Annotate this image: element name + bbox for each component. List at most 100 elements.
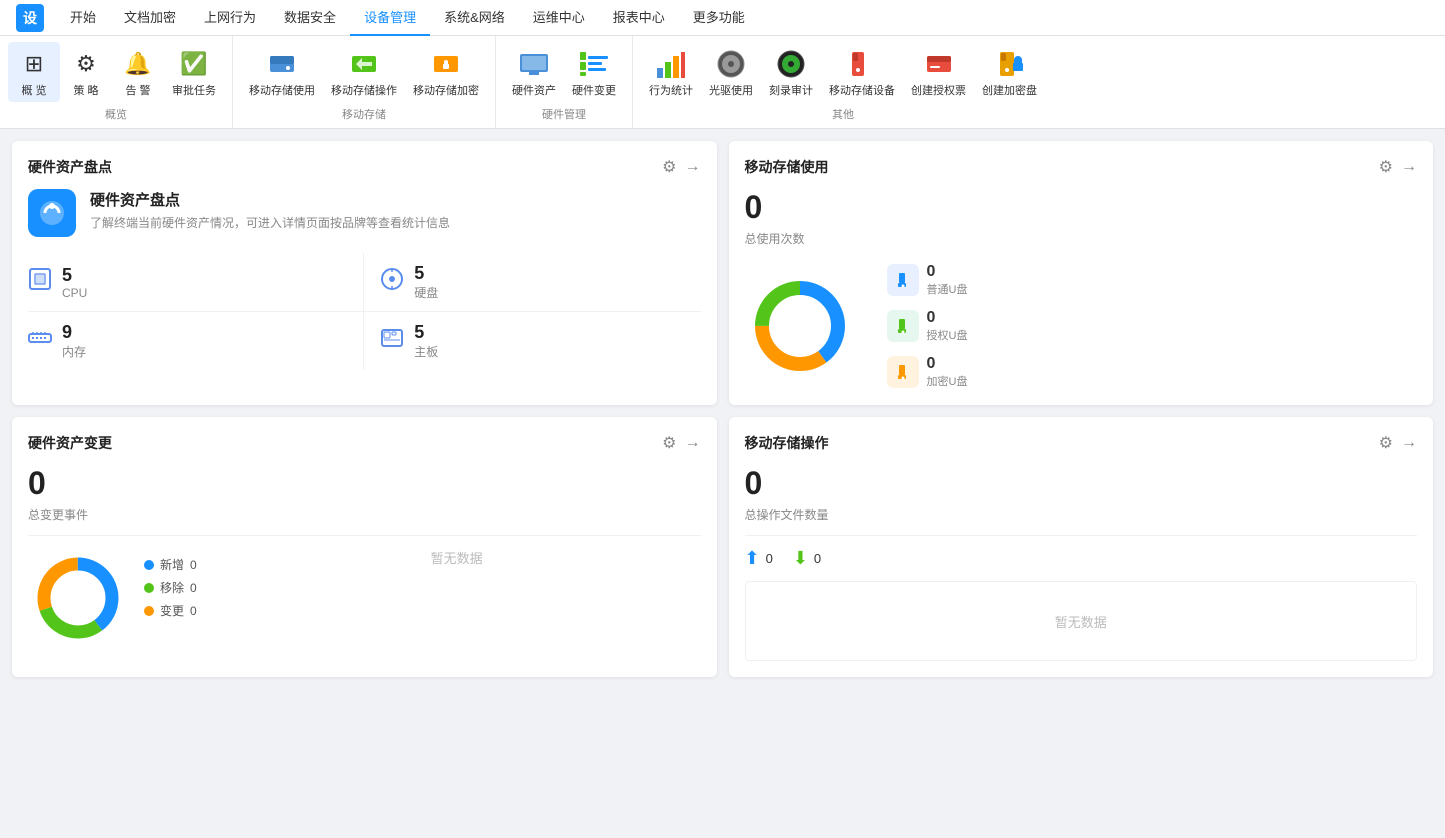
hw-inventory-header: 硬件资产盘点 了解终端当前硬件资产情况，可进入详情页面按品牌等查看统计信息 bbox=[28, 189, 701, 237]
usb-donut-chart bbox=[745, 271, 855, 381]
ribbon-toolbar: ⊞ 概 览 ⚙ 策 略 🔔 告 警 ✅ 审批任务 概览 bbox=[0, 36, 1445, 129]
storage-enc-icon bbox=[428, 46, 464, 82]
settings-icon-storage-ops[interactable]: ⚙ bbox=[1379, 433, 1393, 453]
ribbon-label-auth-ticket: 创建授权票 bbox=[911, 84, 966, 98]
stat-cpu: 5 CPU bbox=[28, 253, 364, 312]
legend-label-remove: 移除 bbox=[160, 579, 184, 596]
usb-auth-count: 0 bbox=[927, 309, 968, 327]
ribbon-label-overview: 概 览 bbox=[21, 84, 46, 98]
menu-item-report[interactable]: 报表中心 bbox=[599, 0, 679, 36]
card-hw-changes: 硬件资产变更 ⚙ → 0 总变更事件 新增 0 bbox=[12, 417, 717, 677]
ribbon-item-burn[interactable]: 刻录审计 bbox=[761, 42, 821, 102]
arrow-right-icon-hw-inventory[interactable]: → bbox=[685, 158, 701, 176]
ribbon-group-overview: ⊞ 概 览 ⚙ 策 略 🔔 告 警 ✅ 审批任务 概览 bbox=[0, 36, 233, 128]
op-upload-item: ⬆ 0 bbox=[745, 548, 773, 569]
settings-icon-usb[interactable]: ⚙ bbox=[1379, 157, 1393, 177]
card-storage-ops: 移动存储操作 ⚙ → 0 总操作文件数量 ⬆ 0 ⬇ 0 暂无数据 bbox=[729, 417, 1434, 677]
ribbon-item-alert[interactable]: 🔔 告 警 bbox=[112, 42, 164, 102]
ribbon-label-cdrom: 光驱使用 bbox=[709, 84, 753, 98]
menu-item-more[interactable]: 更多功能 bbox=[679, 0, 759, 36]
ram-count: 9 bbox=[62, 322, 86, 343]
hw-changes-total-count: 0 bbox=[28, 465, 701, 502]
card-header-usb: 移动存储使用 ⚙ → bbox=[745, 157, 1418, 177]
menu-item-data-security[interactable]: 数据安全 bbox=[270, 0, 350, 36]
cpu-label: CPU bbox=[62, 286, 87, 300]
arrow-right-icon-storage-ops[interactable]: → bbox=[1401, 434, 1417, 452]
ribbon-item-approval[interactable]: ✅ 审批任务 bbox=[164, 42, 224, 102]
usb-enc-label: 加密U盘 bbox=[927, 373, 968, 389]
disk-icon bbox=[380, 267, 404, 297]
ribbon-item-storage-enc[interactable]: 移动存储加密 bbox=[405, 42, 487, 102]
usb-auth-label: 授权U盘 bbox=[927, 327, 968, 343]
motherboard-label: 主板 bbox=[414, 343, 438, 360]
menu-item-start[interactable]: 开始 bbox=[56, 0, 110, 36]
upload-arrow-icon: ⬆ bbox=[745, 548, 760, 569]
ribbon-item-storage-use[interactable]: 移动存储使用 bbox=[241, 42, 323, 102]
usb-total-count: 0 bbox=[745, 189, 1418, 226]
menu-item-doc-encrypt[interactable]: 文档加密 bbox=[110, 0, 190, 36]
enc-disk-icon bbox=[992, 46, 1028, 82]
menu-item-web[interactable]: 上网行为 bbox=[190, 0, 270, 36]
legend-label-add: 新增 bbox=[160, 556, 184, 573]
motherboard-icon bbox=[380, 326, 404, 356]
legend-count-remove: 0 bbox=[190, 581, 197, 595]
ribbon-label-alert: 告 警 bbox=[125, 84, 150, 98]
card-hardware-inventory: 硬件资产盘点 ⚙ → 硬件资产盘点 了解终端当前硬件资产情况，可进入详情页面按品… bbox=[12, 141, 717, 405]
arrow-right-icon-usb[interactable]: → bbox=[1401, 158, 1417, 176]
approval-icon: ✅ bbox=[176, 46, 212, 82]
disk-label: 硬盘 bbox=[414, 284, 438, 301]
cdrom-icon bbox=[713, 46, 749, 82]
ribbon-group-storage: 移动存储使用 移动存储操作 移动存储加密 移动存储 bbox=[233, 36, 496, 128]
usb-donut-section: 0 普通U盘 0 授权U盘 bbox=[745, 263, 1418, 389]
stat-ram: 9 内存 bbox=[28, 312, 364, 370]
storage-ops-total-label: 总操作文件数量 bbox=[745, 506, 1418, 523]
ribbon-group-label-overview: 概览 bbox=[8, 102, 224, 128]
arrow-right-icon-hw-changes[interactable]: → bbox=[685, 434, 701, 452]
card-title-hw-inventory: 硬件资产盘点 bbox=[28, 157, 112, 177]
hw-changes-no-data: 暂无数据 bbox=[213, 548, 701, 567]
card-header-storage-ops: 移动存储操作 ⚙ → bbox=[745, 433, 1418, 453]
ribbon-item-hw-asset[interactable]: 硬件资产 bbox=[504, 42, 564, 102]
hw-stats-grid: 5 CPU 5 硬盘 9 内 bbox=[28, 253, 701, 370]
ribbon-item-overview[interactable]: ⊞ 概 览 bbox=[8, 42, 60, 102]
stat-motherboard: 5 主板 bbox=[364, 312, 700, 370]
storage-ops-no-data: 暂无数据 bbox=[745, 581, 1418, 661]
ribbon-item-hw-change[interactable]: 硬件变更 bbox=[564, 42, 624, 102]
ribbon-item-policy[interactable]: ⚙ 策 略 bbox=[60, 42, 112, 102]
overview-icon: ⊞ bbox=[16, 46, 52, 82]
ribbon-label-hw-change: 硬件变更 bbox=[572, 84, 616, 98]
ram-icon bbox=[28, 326, 52, 356]
card-usb-usage: 移动存储使用 ⚙ → 0 总使用次数 bbox=[729, 141, 1434, 405]
ribbon-item-cdrom[interactable]: 光驱使用 bbox=[701, 42, 761, 102]
menu-item-device[interactable]: 设备管理 bbox=[350, 0, 430, 36]
ribbon-label-storage-op: 移动存储操作 bbox=[331, 84, 397, 98]
storage-use-icon bbox=[264, 46, 300, 82]
menu-item-ops[interactable]: 运维中心 bbox=[519, 0, 599, 36]
ribbon-label-burn: 刻录审计 bbox=[769, 84, 813, 98]
top-menu-bar: 设 开始 文档加密 上网行为 数据安全 设备管理 系统&网络 运维中心 报表中心… bbox=[0, 0, 1445, 36]
card-header-hw-inventory: 硬件资产盘点 ⚙ → bbox=[28, 157, 701, 177]
storage-op-icon bbox=[346, 46, 382, 82]
ribbon-item-enc-disk[interactable]: 创建加密盘 bbox=[974, 42, 1045, 102]
ribbon-item-auth-ticket[interactable]: 创建授权票 bbox=[903, 42, 974, 102]
ribbon-item-behavior[interactable]: 行为统计 bbox=[641, 42, 701, 102]
legend-count-add: 0 bbox=[190, 558, 197, 572]
cpu-count: 5 bbox=[62, 265, 87, 286]
ribbon-item-storage-device[interactable]: 移动存储设备 bbox=[821, 42, 903, 102]
menu-item-system[interactable]: 系统&网络 bbox=[430, 0, 519, 36]
cpu-icon bbox=[28, 267, 52, 297]
ribbon-group-label-other: 其他 bbox=[641, 102, 1045, 128]
ram-label: 内存 bbox=[62, 343, 86, 360]
card-title-usb: 移动存储使用 bbox=[745, 157, 829, 177]
download-arrow-icon: ⬇ bbox=[793, 548, 808, 569]
ribbon-group-hw: 硬件资产 硬件变更 硬件管理 bbox=[496, 36, 633, 128]
legend-item-change: 变更 0 bbox=[144, 602, 197, 619]
legend-dot-change bbox=[144, 606, 154, 616]
ribbon-label-storage-enc: 移动存储加密 bbox=[413, 84, 479, 98]
burn-icon bbox=[773, 46, 809, 82]
settings-icon-hw-changes[interactable]: ⚙ bbox=[662, 433, 676, 453]
ribbon-item-storage-op[interactable]: 移动存储操作 bbox=[323, 42, 405, 102]
settings-icon-hw-inventory[interactable]: ⚙ bbox=[662, 157, 676, 177]
legend-count-change: 0 bbox=[190, 604, 197, 618]
hw-changes-total-label: 总变更事件 bbox=[28, 506, 701, 523]
